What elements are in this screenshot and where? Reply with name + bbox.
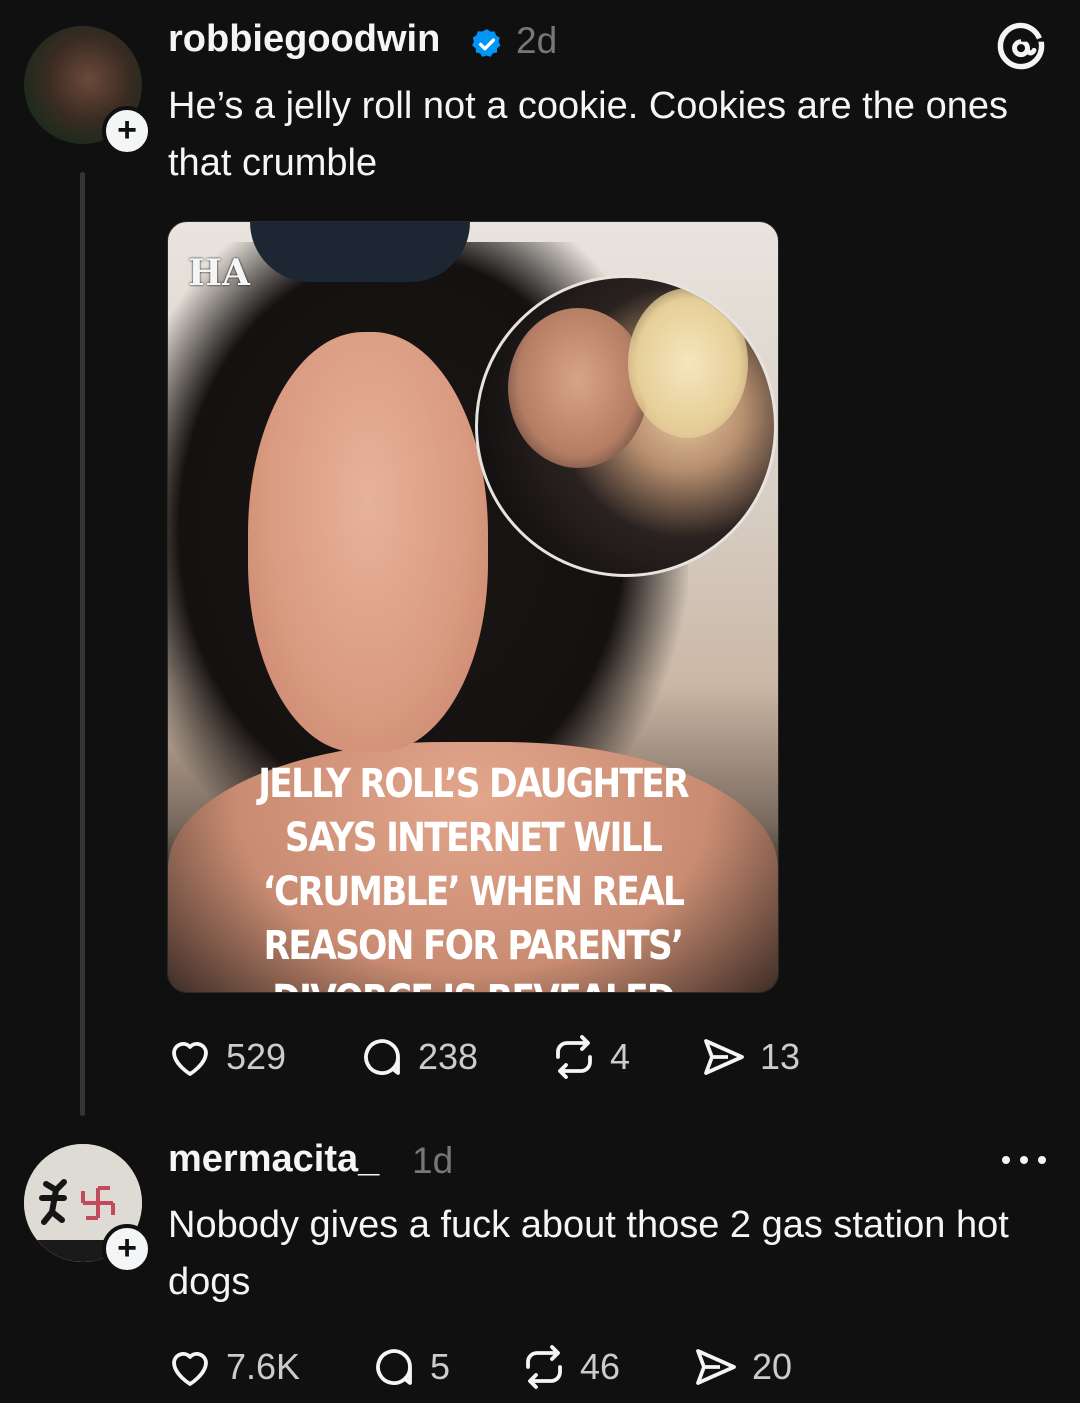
comment-count: 238 xyxy=(418,1036,479,1077)
post-image[interactable]: HA JELLY ROLL’S DAUGHTER SAYS INTERNET W… xyxy=(167,221,779,993)
post-text: He’s a jelly roll not a cookie. Cookies … xyxy=(168,85,1008,184)
comment-count: 5 xyxy=(430,1346,451,1387)
image-headline: JELLY ROLL’S DAUGHTER SAYS INTERNET WILL… xyxy=(258,761,689,992)
share-button[interactable]: 13 xyxy=(700,1033,800,1081)
like-count: 7.6K xyxy=(226,1346,301,1387)
publisher-logo: HA xyxy=(188,252,250,294)
post-actions: 7.6K 5 46 20 xyxy=(166,1342,792,1392)
share-count: 20 xyxy=(752,1346,793,1387)
image-face-shape xyxy=(248,332,488,752)
post-username[interactable]: mermacita_ xyxy=(168,1138,379,1181)
repost-count: 46 xyxy=(580,1346,621,1387)
comment-bubble-icon xyxy=(364,1039,400,1075)
verified-badge-icon xyxy=(472,29,501,57)
post-text: Nobody gives a fuck about those 2 gas st… xyxy=(168,1204,1009,1303)
heart-icon xyxy=(172,1352,208,1386)
comment-bubble-icon xyxy=(376,1349,412,1385)
image-sunglasses-shape xyxy=(250,222,470,282)
more-dots-icon[interactable] xyxy=(1002,1150,1046,1170)
more-dot xyxy=(1038,1156,1046,1164)
threads-feed: + robbiegoodwin 2d He’s a jelly roll not… xyxy=(0,0,1080,1403)
thread-connector-line xyxy=(80,172,85,1116)
more-dot xyxy=(1020,1156,1028,1164)
send-icon xyxy=(696,1349,736,1385)
post-timestamp: 2d xyxy=(516,20,558,61)
inset-woman-shape xyxy=(628,288,748,438)
repost-button[interactable]: 4 xyxy=(550,1033,700,1081)
post-username[interactable]: robbiegoodwin xyxy=(168,18,440,61)
repost-icon xyxy=(556,1035,592,1079)
repost-button[interactable]: 46 xyxy=(520,1343,692,1391)
heart-icon xyxy=(172,1042,208,1076)
comment-button[interactable]: 238 xyxy=(358,1033,550,1081)
image-inset-photo xyxy=(475,275,777,577)
share-button[interactable]: 20 xyxy=(692,1343,792,1391)
repost-icon xyxy=(526,1345,562,1389)
comment-button[interactable]: 5 xyxy=(370,1343,520,1391)
share-count: 13 xyxy=(760,1036,801,1077)
send-icon xyxy=(704,1039,744,1075)
post-actions: 529 238 4 13 xyxy=(166,1032,800,1082)
more-dot xyxy=(1002,1156,1010,1164)
like-count: 529 xyxy=(226,1036,287,1077)
inset-man-shape xyxy=(508,308,648,468)
like-button[interactable]: 529 xyxy=(166,1033,358,1081)
follow-plus-icon[interactable]: + xyxy=(102,1224,152,1274)
like-button[interactable]: 7.6K xyxy=(166,1343,370,1391)
repost-count: 4 xyxy=(610,1036,631,1077)
post-timestamp: 1d xyxy=(412,1140,454,1181)
follow-plus-icon[interactable]: + xyxy=(102,106,152,156)
threads-logo-icon[interactable] xyxy=(995,20,1047,72)
